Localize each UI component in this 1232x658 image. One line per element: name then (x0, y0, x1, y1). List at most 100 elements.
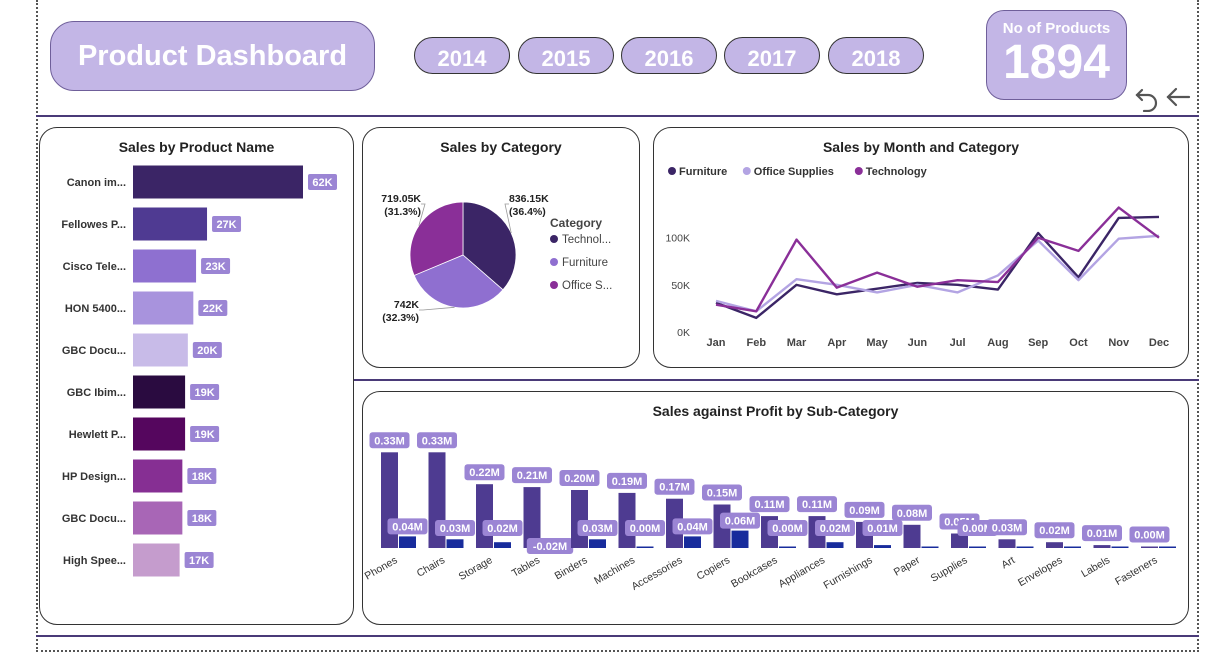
product-label: GBC Docu... (62, 513, 126, 525)
profit-bar (494, 542, 511, 548)
subcategory-label: Binders (553, 554, 590, 582)
product-value-label: 22K (203, 303, 223, 315)
product-value-label: 20K (197, 345, 217, 357)
column-value-label: 0.00M (630, 523, 661, 535)
back-arrow-icon[interactable] (1166, 87, 1191, 107)
page-title: Product Dashboard (50, 21, 375, 91)
year-button-2017[interactable]: 2017 (724, 37, 820, 74)
column-value-label: 0.33M (374, 435, 405, 447)
subcategory-label: Fasteners (1113, 554, 1159, 588)
line-xtick-label: Apr (827, 337, 847, 349)
line-xtick-label: Aug (987, 337, 1008, 349)
profit-bar (684, 536, 701, 548)
column-value-label: 0.01M (867, 523, 898, 535)
pie-legend-marker (550, 281, 558, 289)
sales-profit-title: Sales against Profit by Sub-Category (652, 403, 899, 419)
product-value-label: 17K (189, 555, 209, 567)
year-button-2014[interactable]: 2014 (414, 37, 510, 74)
profit-bar (636, 546, 654, 548)
column-value-label: 0.00M (1134, 530, 1165, 542)
column-value-label: 0.02M (820, 523, 851, 535)
subcategory-label: Tables (510, 554, 542, 580)
column-value-label: 0.04M (392, 521, 423, 533)
product-label: Canon im... (67, 177, 126, 189)
sales-by-product-chart: Canon im... 62K Fellowes P... 27K Cisco Tele… (61, 165, 337, 577)
subcategory-label: Supplies (929, 554, 970, 585)
line-xtick-label: Jan (707, 337, 726, 349)
subcategory-label: Labels (1079, 554, 1112, 580)
product-label: GBC Docu... (62, 345, 126, 357)
column-value-label: 0.01M (1087, 528, 1118, 540)
year-button-2016[interactable]: 2016 (621, 37, 717, 74)
product-label: High Spee... (63, 555, 126, 567)
year-button-2018[interactable]: 2018 (828, 37, 924, 74)
column-value-label: 0.21M (517, 470, 548, 482)
sales-by-month-chart: Furniture Office Supplies Technology 0K 50K 1… (665, 166, 1169, 349)
header-divider (36, 115, 1199, 117)
column-value-label: 0.04M (677, 521, 708, 533)
pie-legend-label: Office S... (562, 280, 612, 292)
subcategory-label: Furnishings (821, 554, 874, 592)
sales-bar (1046, 542, 1063, 548)
product-bar (133, 543, 180, 577)
product-label: HP Design... (62, 471, 126, 483)
product-value-label: 19K (195, 429, 215, 441)
product-bar (133, 417, 186, 451)
line-xtick-label: Jul (950, 337, 966, 349)
line-xtick-label: Feb (746, 337, 766, 349)
profit-bar (589, 539, 606, 548)
column-value-label: 0.11M (802, 499, 832, 511)
product-count-card: No of Products 1894 (986, 10, 1127, 100)
column-value-label: 0.20M (564, 473, 595, 485)
subcategory-label: Paper (892, 554, 923, 579)
column-value-label: 0.09M (849, 505, 880, 517)
column-value-label: 0.17M (659, 482, 690, 494)
column-value-label: 0.03M (582, 523, 613, 535)
product-bar (133, 291, 194, 325)
year-button-2015[interactable]: 2015 (518, 37, 614, 74)
pie-leader-line (419, 306, 455, 311)
sales-bar (998, 539, 1016, 548)
subcategory-label: Art (999, 554, 1017, 571)
pie-legend-label: Furniture (562, 257, 608, 269)
line-legend-label: Office Supplies (754, 166, 834, 178)
line-xtick-label: Oct (1069, 337, 1088, 349)
dashboard-page: Product Dashboard 2014 2015 2016 2017 20… (0, 0, 1232, 658)
line-xtick-label: May (866, 337, 888, 349)
pie-legend-marker (550, 258, 558, 266)
sales-bar (476, 484, 493, 548)
sales-bar (571, 490, 588, 548)
profit-bar (1111, 546, 1129, 548)
nav-icons (1135, 87, 1191, 112)
sales-bar (1141, 546, 1158, 548)
column-value-label: 0.03M (992, 522, 1023, 534)
right-section-divider (354, 379, 1199, 381)
line-legend-marker (854, 167, 863, 175)
line-series-office-supplies (715, 234, 1160, 313)
line-legend-marker (668, 167, 676, 175)
subcategory-label: Phones (363, 554, 400, 582)
undo-icon[interactable] (1135, 88, 1158, 112)
line-xtick-label: Nov (1108, 337, 1130, 349)
product-value-label: 18K (192, 471, 212, 483)
product-value-label: 19K (195, 387, 215, 399)
sales-bar (903, 524, 921, 548)
product-value-label: 18K (192, 513, 212, 525)
subcategory-label: Copiers (695, 554, 732, 582)
profit-bar (921, 546, 939, 548)
footer-divider (36, 635, 1199, 637)
product-bar (133, 249, 197, 283)
subcategory-label: Storage (457, 554, 495, 583)
line-xtick-label: Sep (1028, 337, 1048, 349)
product-bar (133, 459, 183, 493)
pie-percent-label: (36.4%) (509, 206, 546, 218)
profit-bar (874, 545, 891, 548)
product-value-label: 27K (216, 219, 236, 231)
sales-bar (1093, 545, 1111, 548)
column-value-label: 0.08M (897, 508, 928, 520)
pie-percent-label: (31.3%) (384, 206, 421, 218)
subcategory-label: Envelopes (1016, 554, 1064, 589)
product-bar (133, 165, 303, 199)
line-legend-marker (742, 167, 751, 175)
product-bar (133, 333, 188, 367)
